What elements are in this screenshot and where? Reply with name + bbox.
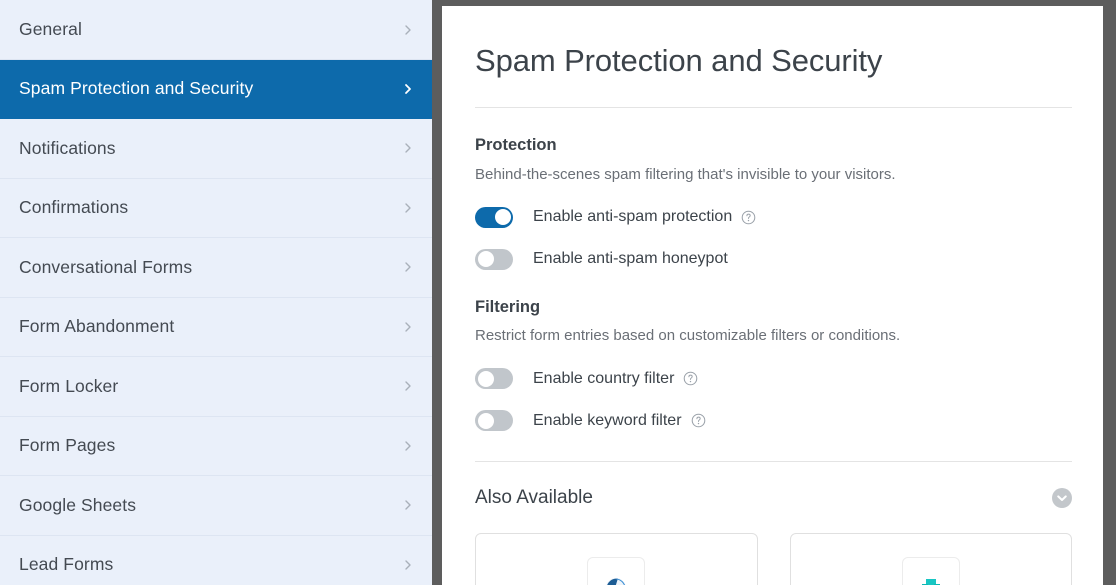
toggle-label: Enable anti-spam protection: [533, 208, 733, 226]
sidebar-item-label: Notifications: [19, 137, 116, 158]
page-title: Spam Protection and Security: [475, 43, 883, 78]
help-icon[interactable]: [683, 371, 698, 386]
toggle-knob: [477, 412, 494, 429]
chevron-right-icon: [401, 498, 415, 512]
also-available-title: Also Available: [475, 487, 593, 509]
addon-icon-box: [587, 556, 646, 585]
also-available-header: Also Available: [475, 462, 1072, 510]
addon-card-akismet[interactable]: [475, 532, 758, 585]
chevron-down-circle-icon[interactable]: [1052, 488, 1072, 509]
sidebar-item-google-sheets[interactable]: Google Sheets: [0, 476, 432, 536]
hcaptcha-logo-icon: [921, 578, 940, 585]
akismet-logo-icon: [606, 577, 626, 585]
sidebar-item-label: Lead Forms: [19, 554, 114, 574]
chevron-right-icon: [401, 201, 415, 215]
settings-content-panel: Spam Protection and Security Protection …: [442, 6, 1103, 585]
section-filtering: Filtering Restrict form entries based on…: [475, 270, 1072, 432]
sidebar-item-conversational-forms[interactable]: Conversational Forms: [0, 238, 432, 298]
toggle-anti-spam-protection[interactable]: [475, 206, 513, 228]
setting-row-keyword-filter: Enable keyword filter: [475, 410, 1072, 432]
chevron-right-icon: [401, 23, 415, 37]
chevron-right-icon: [401, 141, 415, 155]
addon-icon-box: [901, 556, 960, 585]
toggle-label: Enable anti-spam honeypot: [533, 250, 728, 268]
setting-row-anti-spam-protection: Enable anti-spam protection: [475, 206, 1072, 228]
sidebar-item-form-pages[interactable]: Form Pages: [0, 416, 432, 476]
sidebar-item-label: Form Pages: [19, 435, 116, 455]
sidebar-item-label: Form Locker: [19, 375, 119, 396]
toggle-country-filter[interactable]: [475, 368, 513, 390]
panel-gutter: [432, 0, 442, 585]
settings-screen: General Spam Protection and Security Not…: [0, 0, 1116, 585]
addon-card-hcaptcha[interactable]: [789, 532, 1072, 585]
sidebar-item-label: Confirmations: [19, 197, 129, 217]
section-protection: Protection Behind-the-scenes spam filter…: [475, 108, 1072, 270]
sidebar-item-label: Spam Protection and Security: [19, 78, 254, 98]
sidebar-item-general[interactable]: General: [0, 0, 432, 60]
sidebar-item-notifications[interactable]: Notifications: [0, 119, 432, 179]
toggle-label: Enable country filter: [533, 369, 675, 387]
toggle-knob: [477, 251, 494, 268]
setting-row-anti-spam-honeypot: Enable anti-spam honeypot: [475, 248, 1072, 270]
sidebar-item-form-abandonment[interactable]: Form Abandonment: [0, 297, 432, 357]
also-available-cards: [475, 532, 1072, 585]
toggle-knob: [494, 209, 511, 226]
content-wrapper: Spam Protection and Security Protection …: [442, 0, 1116, 585]
chevron-right-icon: [401, 260, 415, 274]
sidebar-item-label: Form Abandonment: [19, 316, 175, 336]
sidebar-item-confirmations[interactable]: Confirmations: [0, 178, 432, 238]
help-icon[interactable]: [691, 413, 706, 428]
section-title: Filtering: [475, 297, 541, 316]
chevron-right-icon: [401, 439, 415, 453]
toggle-keyword-filter[interactable]: [475, 410, 513, 432]
sidebar-item-label: General: [19, 19, 82, 39]
sidebar-item-spam-protection-and-security[interactable]: Spam Protection and Security: [0, 59, 432, 119]
setting-row-country-filter: Enable country filter: [475, 368, 1072, 390]
toggle-anti-spam-honeypot[interactable]: [475, 248, 513, 270]
sidebar-item-label: Conversational Forms: [19, 256, 193, 277]
settings-sidebar: General Spam Protection and Security Not…: [0, 0, 432, 585]
sidebar-item-label: Google Sheets: [19, 494, 137, 515]
section-description: Behind-the-scenes spam filtering that's …: [475, 165, 896, 183]
help-icon[interactable]: [741, 210, 756, 225]
sidebar-item-form-locker[interactable]: Form Locker: [0, 357, 432, 417]
toggle-knob: [477, 370, 494, 387]
chevron-right-icon: [401, 379, 415, 393]
chevron-right-icon: [401, 558, 415, 572]
toggle-label: Enable keyword filter: [533, 411, 682, 429]
section-title: Protection: [475, 136, 557, 155]
chevron-right-icon: [401, 320, 415, 334]
sidebar-item-lead-forms[interactable]: Lead Forms: [0, 535, 432, 585]
section-description: Restrict form entries based on customiza…: [475, 327, 901, 345]
chevron-right-icon: [401, 82, 415, 96]
